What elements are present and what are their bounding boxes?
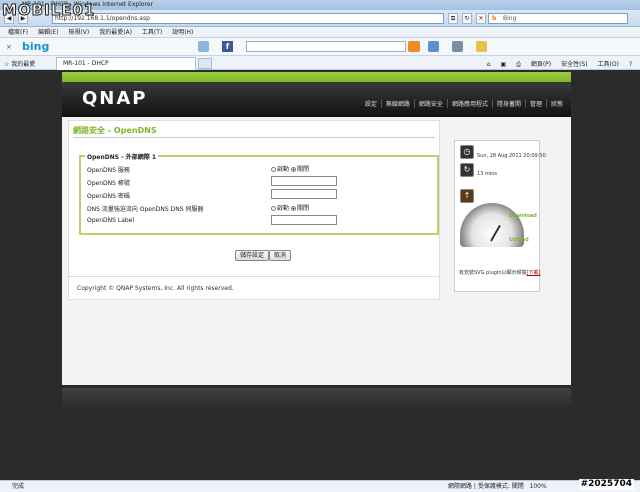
refresh-button[interactable]: ↻ [462, 13, 472, 24]
label-input[interactable] [271, 215, 337, 225]
nav-admin[interactable]: 管理 [524, 99, 546, 108]
window-titlebar: MR-101 - DHCP - Windows Internet Explore… [0, 0, 640, 10]
feeds-icon[interactable]: ▣ [501, 61, 507, 68]
bing-search-go-icon[interactable] [408, 41, 420, 52]
dns-force-radio-group: 啟動 關閉 [271, 203, 309, 212]
zone-text: 網際網路 | 受保護模式: 關閉 100% [448, 483, 547, 490]
cmd-page[interactable]: 網頁(P) [531, 61, 551, 68]
zoom-level[interactable]: 100% [530, 483, 547, 490]
bing-search-icon: b [492, 15, 497, 22]
image-id-watermark: #2025704 [578, 479, 634, 490]
radio-icon [271, 206, 276, 211]
uptime-text: 13 mins [477, 171, 497, 177]
stop-button[interactable]: ✕ [476, 13, 486, 24]
status-bar: 完成 網際網路 | 受保護模式: 關閉 100% #2025704 [0, 479, 640, 492]
account-input[interactable] [271, 176, 337, 186]
facebook-icon[interactable]: f [222, 41, 233, 52]
bing-logo: bing [22, 40, 50, 53]
menu-help[interactable]: 說明(H) [172, 27, 193, 38]
page-viewport: QNAP 設定 無線網路 網路安全 網路應用程式 隱身蓄開 管理 狀態 網路安全 - Ope… [0, 70, 640, 480]
home-icon[interactable]: ⌂ [487, 61, 491, 68]
upload-label: Upload [509, 237, 529, 243]
router-panel: QNAP 設定 無線網路 網路安全 網路應用程式 隱身蓄開 管理 狀態 網路安全 - Ope… [62, 72, 571, 385]
service-label: OpenDNS 服務 [87, 167, 130, 174]
service-radio-group: 啟動 關閉 [271, 164, 309, 173]
bing-search-input[interactable] [246, 41, 406, 52]
service-enable-radio[interactable]: 啟動 [271, 166, 289, 173]
download-label: Download [509, 213, 537, 219]
password-label: OpenDNS 密碼 [87, 193, 130, 200]
router-header: QNAP 設定 無線網路 網路安全 網路應用程式 隱身蓄開 管理 狀態 [62, 82, 571, 117]
cancel-button[interactable]: 取消 [269, 250, 292, 261]
menu-favorites[interactable]: 我的最愛(A) [99, 27, 132, 38]
nav-applications[interactable]: 網路應用程式 [446, 99, 492, 108]
dns-force-enable-radio[interactable]: 啟動 [271, 205, 289, 212]
copyright-text: Copyright © QNAP Systems, Inc. All right… [77, 285, 234, 292]
clock-icon: ◷ [460, 145, 474, 159]
menu-view[interactable]: 檢視(V) [68, 27, 89, 38]
page-title: 網路安全 - OpenDNS [73, 126, 157, 135]
radio-selected-icon [290, 206, 296, 211]
close-toolbar-icon[interactable]: × [6, 43, 12, 51]
fieldset-legend: OpenDNS - 外部網際 1 [85, 152, 158, 161]
divider [73, 137, 435, 138]
router-nav: 設定 無線網路 網路安全 網路應用程式 隱身蓄開 管理 狀態 [361, 99, 567, 108]
main-content: 網路安全 - OpenDNS OpenDNS - 外部網際 1 OpenDNS … [68, 120, 440, 298]
datetime-text: Sun, 28 Aug 2011 20:09:50 [477, 153, 546, 159]
status-sidebar: ◷ Sun, 28 Aug 2011 20:09:50 ↻ 13 mins ↑ … [454, 140, 546, 292]
download-plugin-link[interactable]: [下載] [527, 270, 541, 276]
nav-setup[interactable]: 設定 [361, 99, 381, 108]
browser-tab[interactable]: MR-101 - DHCP [56, 57, 196, 70]
bandwidth-icon: ↑ [460, 189, 474, 203]
account-label: OpenDNS 帳號 [87, 180, 130, 187]
url-field[interactable]: http://192.168.1.1/opendns.asp [52, 13, 444, 24]
cmd-tools[interactable]: 工具(O) [597, 61, 618, 68]
label-field-label: OpenDNS Label [87, 217, 135, 224]
address-bar: ◀ ▶ http://192.168.1.1/opendns.asp ⧉ ↻ ✕… [0, 10, 640, 27]
radio-icon [271, 167, 276, 172]
uptime-icon: ↻ [460, 163, 474, 177]
menu-tools[interactable]: 工具(T) [142, 27, 162, 38]
gauge-needle [490, 224, 501, 242]
menu-file[interactable]: 檔案(F) [8, 27, 28, 38]
password-input[interactable] [271, 189, 337, 199]
new-tab-button[interactable] [198, 58, 212, 69]
qnap-logo: QNAP [82, 88, 148, 109]
print-icon[interactable]: ⎙ [516, 61, 521, 68]
service-disable-radio[interactable]: 關閉 [290, 166, 309, 173]
nav-privacy[interactable]: 隱身蓄開 [491, 99, 525, 108]
opendns-fieldset: OpenDNS - 外部網際 1 OpenDNS 服務 啟動 關閉 OpenDN… [79, 152, 439, 235]
top-accent-bar [62, 72, 571, 82]
nav-wireless[interactable]: 無線網路 [380, 99, 414, 108]
menu-edit[interactable]: 編輯(E) [38, 27, 58, 38]
cmd-safety[interactable]: 安全性(S) [561, 61, 588, 68]
help-icon[interactable]: ? [629, 61, 632, 68]
search-box[interactable]: b Bing [488, 13, 628, 24]
watermark-logo: MOBILE01 [1, 1, 96, 20]
radio-selected-icon [290, 167, 296, 172]
like-icon[interactable] [428, 41, 439, 52]
favorites-bar: ☆ 我的最愛 MR-101 - DHCP ⌂ ▣ ⎙ 網頁(P) 安全性(S) … [0, 56, 640, 70]
nav-security[interactable]: 網路安全 [413, 99, 447, 108]
translate-icon[interactable] [452, 41, 463, 52]
menu-bar: 檔案(F) 編輯(E) 檢視(V) 我的最愛(A) 工具(T) 說明(H) [0, 27, 640, 38]
dns-force-label: DNS 流量強迫流向 OpenDNS DNS 伺服器 [87, 206, 204, 213]
nav-status[interactable]: 狀態 [545, 99, 567, 108]
save-button[interactable]: 儲存設定 [235, 250, 270, 261]
favorites-button[interactable]: ☆ 我的最愛 [4, 59, 35, 68]
svg-note: 有安裝SVG plugin以顯示頻寬[下載] [459, 270, 541, 276]
footer: Copyright © QNAP Systems, Inc. All right… [68, 276, 440, 300]
bing-toolbar: × bing f [0, 38, 640, 56]
command-bar: ⌂ ▣ ⎙ 網頁(P) 安全性(S) 工具(O) ? [479, 59, 632, 69]
panel-reflection [62, 388, 571, 408]
compat-view-button[interactable]: ⧉ [448, 13, 458, 24]
dns-force-disable-radio[interactable]: 關閉 [290, 205, 309, 212]
search-placeholder: Bing [503, 15, 517, 22]
mail-icon[interactable] [198, 41, 209, 52]
status-text: 完成 [12, 483, 25, 490]
tools-icon[interactable] [476, 41, 487, 52]
